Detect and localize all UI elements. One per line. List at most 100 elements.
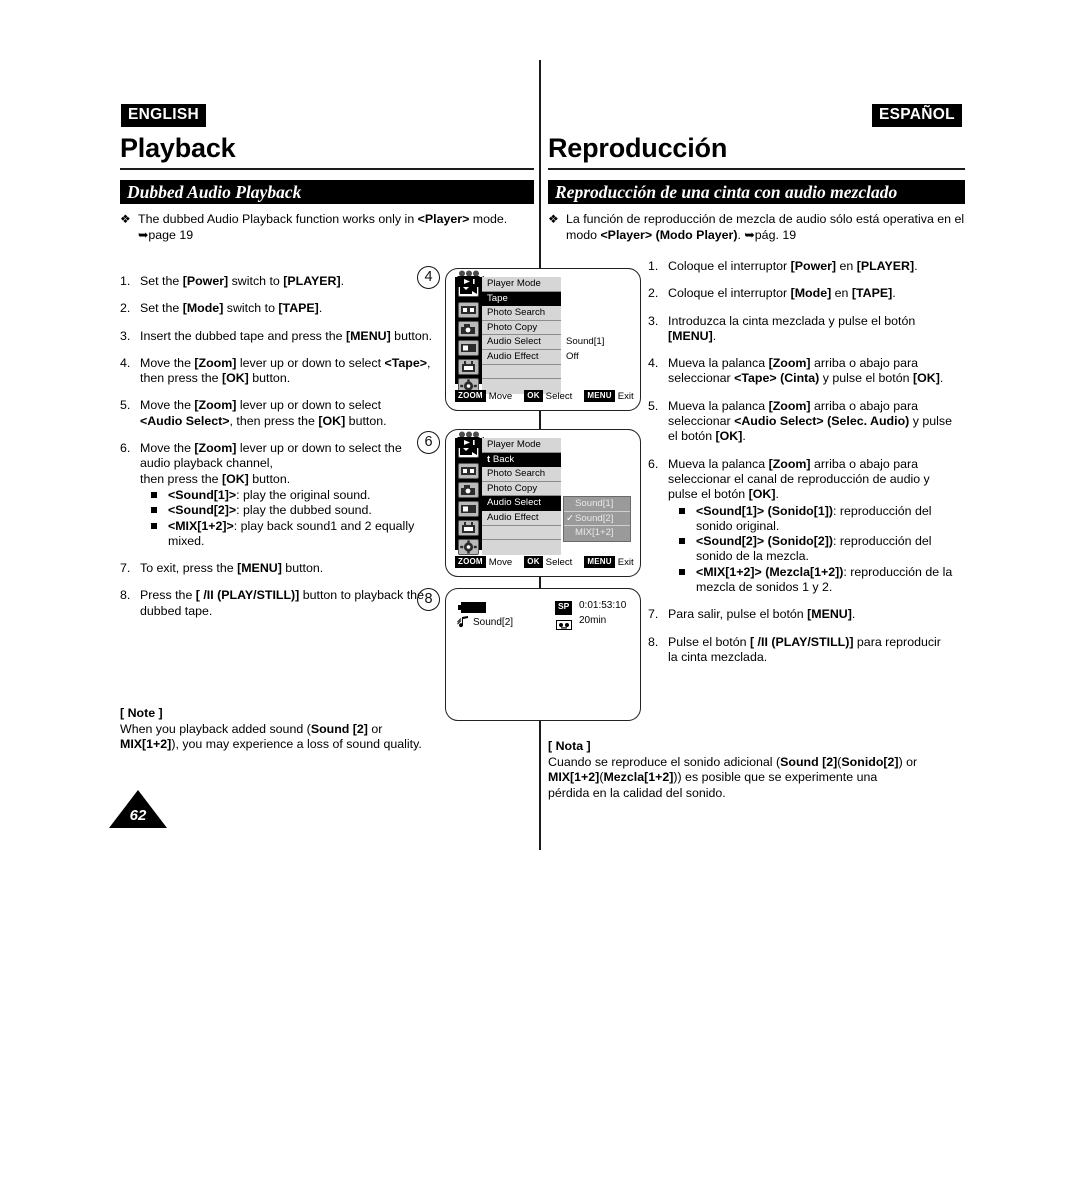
lcd-screenshot-playback-status: Sound[2] SP 0:01:53:10 20min xyxy=(445,588,641,721)
page-title-spanish: Reproducción xyxy=(548,133,728,163)
record-mode-badge: SP xyxy=(555,601,573,615)
step-item: 2. Set the [Mode] switch to [TAPE]. xyxy=(120,301,442,316)
lcd1-value-audio-select: Sound[1] xyxy=(566,336,605,348)
audio-select-icon xyxy=(458,340,479,356)
submenu-option-sound1-label: Sound[1] xyxy=(575,498,614,509)
step-text: Para salir, pulse el botón [MENU]. xyxy=(668,607,856,622)
step-text: Press the [ /II (PLAY/STILL)] button to … xyxy=(140,588,424,618)
step-item: 1. Coloque el interruptor [Power] en [PLA… xyxy=(648,259,972,274)
lcd2-menu-title: Player Mode xyxy=(482,438,561,453)
step-text: To exit, press the [MENU] button. xyxy=(140,561,324,576)
zoom-key-badge: ZOOM xyxy=(455,555,486,569)
language-tag-spanish: ESPAÑOL xyxy=(872,104,962,127)
submenu-option-sound2[interactable]: ✓ Sound[2] xyxy=(564,512,630,527)
submenu-option-sound2-label: Sound[2] xyxy=(575,512,614,524)
step-number: 2. xyxy=(648,286,659,301)
ok-key-label: Select xyxy=(545,556,573,568)
menu-key-label: Exit xyxy=(617,390,634,402)
step-item: 4. Mueva la palanca [Zoom] arriba o abajo… xyxy=(648,356,972,387)
step-text: Coloque el interruptor [Mode] en [TAPE]. xyxy=(668,286,896,301)
step-list-english: 1. Set the [Power] switch to [PLAYER]. 2. S… xyxy=(120,274,442,631)
intro-note-english: ❖ The dubbed Audio Playback function wor… xyxy=(120,212,538,243)
step-item: 7. Para salir, pulse el botón [MENU]. xyxy=(648,607,972,622)
lcd2-item-back[interactable]: t Back xyxy=(482,452,561,468)
music-note-icon xyxy=(457,616,468,628)
step-text: Set the [Power] switch to [PLAYER]. xyxy=(140,274,345,288)
lcd2-item-back-label: Back xyxy=(492,453,515,465)
step-number: 5. xyxy=(648,398,659,413)
step-subitem: <Sound[1]> (Sonido[1]): reproducción del… xyxy=(679,504,972,535)
step-item: 6. Move the [Zoom] lever up or down to se… xyxy=(120,441,442,549)
lcd2-item-empty xyxy=(482,540,561,555)
lcd2-item-audio-select[interactable]: Audio Select xyxy=(482,496,561,511)
sound-label: Sound[2] xyxy=(473,616,514,628)
submenu-option-sound1[interactable]: Sound[1] xyxy=(564,497,630,512)
step-item: 5. Mueva la palanca [Zoom] arriba o abajo… xyxy=(648,399,972,445)
note-title-english: [ Note ] xyxy=(120,706,163,720)
lcd2-audio-select-submenu: Sound[1] ✓ Sound[2] MIX[1+2] xyxy=(563,496,631,542)
lcd1-item-blank xyxy=(482,364,561,380)
step-text: Move the [Zoom] lever up or down to sele… xyxy=(140,398,387,428)
intro-note-spanish: ❖ La función de reproducción de mezcla d… xyxy=(548,212,972,243)
tape-icon xyxy=(556,617,572,630)
square-bullet-icon xyxy=(679,507,685,514)
diamond-bullet-icon: ❖ xyxy=(548,212,559,226)
lcd1-menu-list: Player Mode Tape Photo Search Photo Copy… xyxy=(482,277,561,394)
battery-icon xyxy=(458,602,486,613)
lcd2-item-photo-search[interactable]: Photo Search xyxy=(482,467,561,482)
page-number-badge: 62 xyxy=(109,790,167,828)
lcd2-item-audio-effect[interactable]: Audio Effect xyxy=(482,511,561,526)
lcd2-item-blank xyxy=(482,525,561,541)
audio-effect-icon xyxy=(458,359,479,375)
lcd1-item-tape[interactable]: Tape xyxy=(482,291,561,307)
zoom-key-badge: ZOOM xyxy=(455,389,486,403)
photo-search-icon xyxy=(458,463,479,479)
lcd2-menu-list: Player Mode t Back Photo Search Photo Co… xyxy=(482,438,561,555)
lcd1-item-audio-effect[interactable]: Audio Effect xyxy=(482,350,561,365)
step-text: Mueva la palanca [Zoom] arriba o abajo p… xyxy=(668,398,952,444)
step-number: 7. xyxy=(120,561,131,576)
photo-copy-icon xyxy=(458,321,479,337)
step-item: 1. Set the [Power] switch to [PLAYER]. xyxy=(120,274,442,289)
step-number: 6. xyxy=(648,456,659,471)
step-item: 6. Mueva la palanca [Zoom] arriba o abajo… xyxy=(648,457,972,596)
step-text: Mueva la palanca [Zoom] arriba o abajo p… xyxy=(668,356,944,386)
diamond-bullet-icon: ❖ xyxy=(120,212,131,226)
step-item: 3. Insert the dubbed tape and press the [… xyxy=(120,329,442,344)
title-rule-spanish xyxy=(548,168,965,170)
menu-key-badge: MENU xyxy=(584,555,615,569)
intro-text-english: The dubbed Audio Playback function works… xyxy=(138,212,508,242)
lcd-screenshot-player-menu: Player Mode Tape Photo Search Photo Copy… xyxy=(445,268,641,411)
lcd1-item-audio-select[interactable]: Audio Select xyxy=(482,335,561,350)
step-subitem-text: <Sound[1]> (Sonido[1]): reproducción del… xyxy=(696,503,932,533)
step-number: 2. xyxy=(120,301,131,316)
intro-text-spanish: La función de reproducción de mezcla de … xyxy=(566,212,965,242)
step-item: 4. Move the [Zoom] lever up or down to se… xyxy=(120,356,442,387)
lcd1-item-photo-search[interactable]: Photo Search xyxy=(482,306,561,321)
zoom-key-label: Move xyxy=(488,390,513,402)
language-tag-english: ENGLISH xyxy=(121,104,206,127)
step-marker-8: 8 xyxy=(417,588,440,611)
step-subitem: <MIX[1+2]> (Mezcla[1+2]): reproducción d… xyxy=(679,565,972,596)
step-number: 4. xyxy=(120,355,131,370)
note-title-spanish: [ Nota ] xyxy=(548,739,591,753)
lcd2-item-photo-copy[interactable]: Photo Copy xyxy=(482,482,561,497)
section-heading-spanish: Reproducción de una cinta con audio mezc… xyxy=(548,180,965,204)
lcd1-menu-title: Player Mode xyxy=(482,277,561,292)
step-marker-4: 4 xyxy=(417,266,440,289)
ok-key-label: Select xyxy=(545,390,573,402)
step-item: 7. To exit, press the [MENU] button. xyxy=(120,561,442,576)
lcd2-guide-bar: ZOOM Move OK Select MENU Exit xyxy=(455,555,634,569)
settings-gear-icon xyxy=(458,539,479,555)
step-text: Coloque el interruptor [Power] en [PLAYE… xyxy=(668,259,918,273)
check-icon: ✓ xyxy=(566,512,574,524)
step-number: 1. xyxy=(120,274,131,288)
submenu-option-mix[interactable]: MIX[1+2] xyxy=(564,526,630,541)
square-bullet-icon xyxy=(151,522,157,529)
lcd1-item-photo-copy[interactable]: Photo Copy xyxy=(482,321,561,336)
back-arrow-icon: t xyxy=(487,453,491,465)
note-english: [ Note ] When you playback added sound (… xyxy=(120,706,450,753)
step-item: 2. Coloque el interruptor [Mode] en [TAPE… xyxy=(648,286,972,301)
photo-copy-icon xyxy=(458,482,479,498)
step-item: 3. Introduzca la cinta mezclada y pulse e… xyxy=(648,314,972,345)
